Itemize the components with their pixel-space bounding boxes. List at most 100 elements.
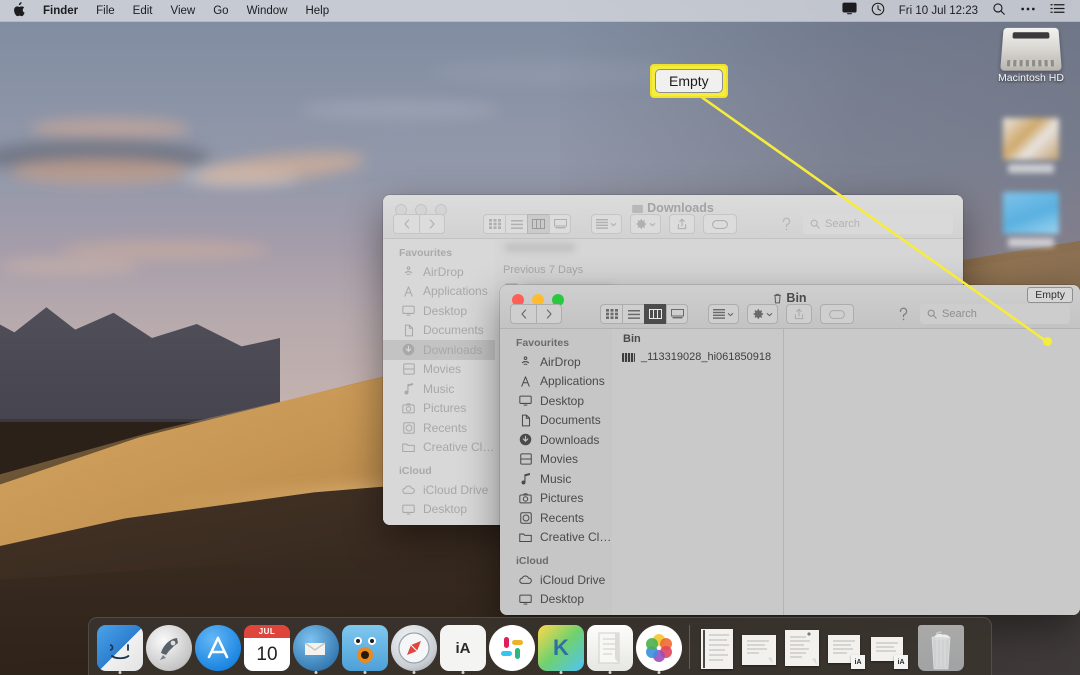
sidebar-item-applications[interactable]: Applications [500,372,612,392]
downloads-nav-segment[interactable] [393,214,445,234]
dock[interactable]: JUL 10 iA K [88,617,992,675]
sidebar-item-pictures[interactable]: Pictures [383,399,495,419]
menu-item-go[interactable]: Go [204,2,237,20]
forward-arrow-icon[interactable] [419,214,445,234]
gallery-view-button[interactable] [666,304,688,324]
bin-column-browser[interactable]: Bin _113319028_hi061850918 [612,329,784,615]
back-arrow-icon[interactable] [393,214,419,234]
menu-bar-clock[interactable]: Fri 10 Jul 12:23 [892,2,985,20]
dock-item-calendar[interactable]: JUL 10 [244,625,290,671]
dock-item-launchpad[interactable] [146,625,192,671]
dock-item-kaleidoscope[interactable]: K [538,625,584,671]
kaleidoscope-glyph: K [538,625,584,671]
bin-view-mode-segment[interactable] [600,304,688,324]
dock-item-safari[interactable] [391,625,437,671]
downloads-blurred-header [495,239,963,261]
time-machine-icon[interactable] [864,2,892,20]
action-gear-button[interactable] [630,214,661,234]
dock-document-notebook[interactable] [697,625,737,671]
desktop-icon-image-a[interactable] [993,118,1069,173]
sidebar-item-movies[interactable]: Movies [500,450,612,470]
action-gear-button[interactable] [747,304,778,324]
tags-button[interactable] [820,304,854,324]
dock-document-ia-1[interactable]: iA [826,625,866,671]
sidebar-item-airdrop[interactable]: AirDrop [500,352,612,372]
sidebar-item-creative-cloud[interactable]: Creative Clo... [383,438,495,458]
control-center-dots-icon[interactable] [1013,2,1043,20]
apple-logo-icon[interactable] [8,2,34,19]
sidebar-item-music[interactable]: Music [383,379,495,399]
menu-item-help[interactable]: Help [296,2,338,20]
desktop-icon-macintosh-hd[interactable]: Macintosh HD [993,26,1069,84]
list-view-button[interactable] [505,214,527,234]
notebook-document-icon [697,625,737,671]
tags-button[interactable] [703,214,737,234]
dock-item-trash[interactable] [918,625,964,671]
forward-arrow-icon[interactable] [536,304,562,324]
sidebar-item-downloads[interactable]: Downloads [383,340,495,360]
sidebar-item-documents[interactable]: Documents [383,321,495,341]
sidebar-item-documents[interactable]: Documents [500,411,612,431]
icon-view-button[interactable] [600,304,622,324]
downloads-view-mode-segment[interactable] [483,214,571,234]
gallery-view-button[interactable] [549,214,571,234]
display-icon[interactable] [835,2,864,20]
finder-window-bin[interactable]: Bin [500,285,1080,615]
downloads-search-input[interactable]: Search [803,214,953,234]
bin-nav-segment[interactable] [510,304,562,324]
dock-document-ia-2[interactable]: iA [869,625,909,671]
menu-item-window[interactable]: Window [238,2,297,20]
sidebar-item-icloud-desktop[interactable]: Desktop [500,590,612,610]
sidebar-item-movies[interactable]: Movies [383,360,495,380]
dock-item-app-store[interactable] [195,625,241,671]
dock-item-mail[interactable] [293,625,339,671]
sidebar-item-recents[interactable]: Recents [383,418,495,438]
arrange-by-button[interactable] [708,304,739,324]
dock-item-finder[interactable] [97,625,143,671]
sidebar-item-icloud-drive[interactable]: iCloud Drive [500,570,612,590]
bin-sidebar[interactable]: Favourites AirDrop Applications Desktop … [500,329,612,615]
bin-titlebar[interactable]: Bin [500,285,1080,329]
share-button[interactable] [786,304,812,324]
sidebar-item-applications[interactable]: Applications [383,282,495,302]
dock-item-photos[interactable] [636,625,682,671]
column-view-button[interactable] [644,304,666,324]
spotlight-search-icon[interactable] [985,2,1013,20]
sidebar-item-pictures[interactable]: Pictures [500,489,612,509]
desktop-icon-image-b[interactable] [993,192,1069,247]
share-button[interactable] [669,214,695,234]
bin-file-label: _113319028_hi061850918 [641,351,771,363]
sidebar-item-downloads[interactable]: Downloads [500,430,612,450]
dock-item-tweetbot[interactable] [342,625,388,671]
question-mark-icon[interactable] [897,307,910,322]
dock-document-text-1[interactable] [740,625,780,671]
list-view-button[interactable] [622,304,644,324]
bin-list-item[interactable]: _113319028_hi061850918 [612,348,783,366]
question-mark-icon[interactable] [780,217,793,232]
arrange-by-button[interactable] [591,214,622,234]
icon-view-button[interactable] [483,214,505,234]
sidebar-item-creative-cloud[interactable]: Creative Clo... [500,528,612,548]
empty-bin-button[interactable]: Empty [1027,287,1073,303]
menu-item-file[interactable]: File [87,2,124,20]
dock-item-slack[interactable] [489,625,535,671]
dock-item-ia-writer[interactable]: iA [440,625,486,671]
back-arrow-icon[interactable] [510,304,536,324]
downloads-sidebar[interactable]: Favourites AirDrop Applications Desktop … [383,239,495,525]
sidebar-item-desktop[interactable]: Desktop [383,301,495,321]
dock-item-notes[interactable] [587,625,633,671]
dock-document-text-2[interactable] [783,625,823,671]
menu-item-finder[interactable]: Finder [34,2,87,20]
sidebar-item-music[interactable]: Music [500,469,612,489]
downloads-titlebar[interactable]: Downloads [383,195,963,239]
bin-search-input[interactable]: Search [920,304,1070,324]
sidebar-item-recents[interactable]: Recents [500,508,612,528]
sidebar-item-desktop[interactable]: Desktop [500,391,612,411]
sidebar-item-icloud-drive[interactable]: iCloud Drive [383,480,495,500]
menu-item-edit[interactable]: Edit [124,2,162,20]
menu-item-view[interactable]: View [162,2,205,20]
sidebar-item-icloud-desktop[interactable]: Desktop [383,500,495,520]
notification-center-icon[interactable] [1043,2,1072,20]
column-view-button[interactable] [527,214,549,234]
sidebar-item-airdrop[interactable]: AirDrop [383,262,495,282]
